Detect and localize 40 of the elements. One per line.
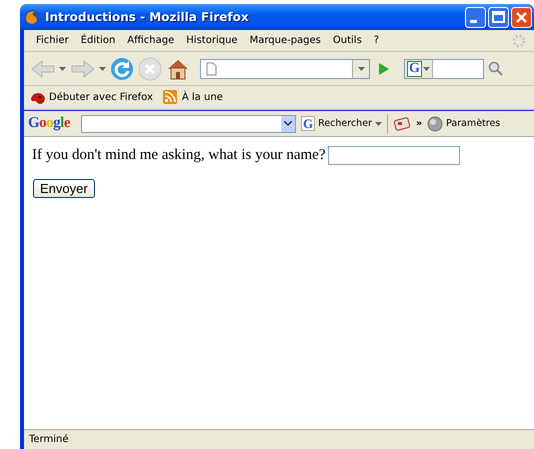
page-icon	[204, 60, 218, 76]
more-chevron[interactable]: »	[416, 118, 422, 129]
google-search-field[interactable]	[81, 114, 296, 132]
menu-item[interactable]: Édition	[74, 33, 122, 48]
globe-icon	[427, 116, 444, 132]
search-engine-button[interactable]: G	[405, 60, 433, 78]
question-text: If you don't mind me asking, what is your name?	[32, 147, 326, 164]
caret-icon	[284, 121, 292, 126]
dropdown-caret-icon[interactable]	[99, 66, 106, 70]
reload-icon[interactable]	[110, 56, 134, 80]
window-title: Introductions - Mozilla Firefox	[45, 10, 250, 24]
status-text: Terminé	[29, 434, 69, 445]
bookmark-link[interactable]: À la une	[162, 90, 223, 106]
caret-icon[interactable]	[374, 122, 382, 126]
dropdown-caret-icon[interactable]	[59, 66, 66, 70]
caret-icon[interactable]	[358, 66, 364, 70]
throbber-icon	[512, 34, 526, 48]
menu-item[interactable]: ?	[368, 33, 386, 48]
minimize-icon[interactable]	[465, 6, 486, 28]
menu-item[interactable]: Outils	[326, 33, 368, 48]
maximize-icon[interactable]	[488, 6, 509, 28]
menu-item[interactable]: Marque-pages	[244, 33, 327, 48]
address-field[interactable]	[200, 58, 370, 78]
menu-item[interactable]: Fichier	[30, 33, 75, 48]
close-icon[interactable]	[511, 6, 532, 28]
search-field[interactable]: G	[404, 58, 484, 78]
bookmark-link[interactable]: Débuter avec Firefox	[30, 90, 153, 104]
search-icon[interactable]	[488, 60, 504, 76]
search-button[interactable]: G Rechercher	[301, 116, 382, 131]
settings-button[interactable]: Paramètres	[427, 116, 500, 132]
rss-feed-icon	[162, 90, 179, 106]
news-icon[interactable]	[392, 116, 411, 132]
menu-item[interactable]: Historique	[180, 33, 244, 48]
caret-icon[interactable]	[422, 66, 430, 70]
menu-item[interactable]: Affichage	[121, 33, 180, 48]
name-input[interactable]	[328, 146, 460, 165]
dropdown-button[interactable]	[281, 116, 296, 132]
submit-button[interactable]: Envoyer	[33, 179, 95, 198]
google-logo: Google	[28, 115, 70, 132]
history-dropdown-button[interactable]	[352, 60, 369, 78]
